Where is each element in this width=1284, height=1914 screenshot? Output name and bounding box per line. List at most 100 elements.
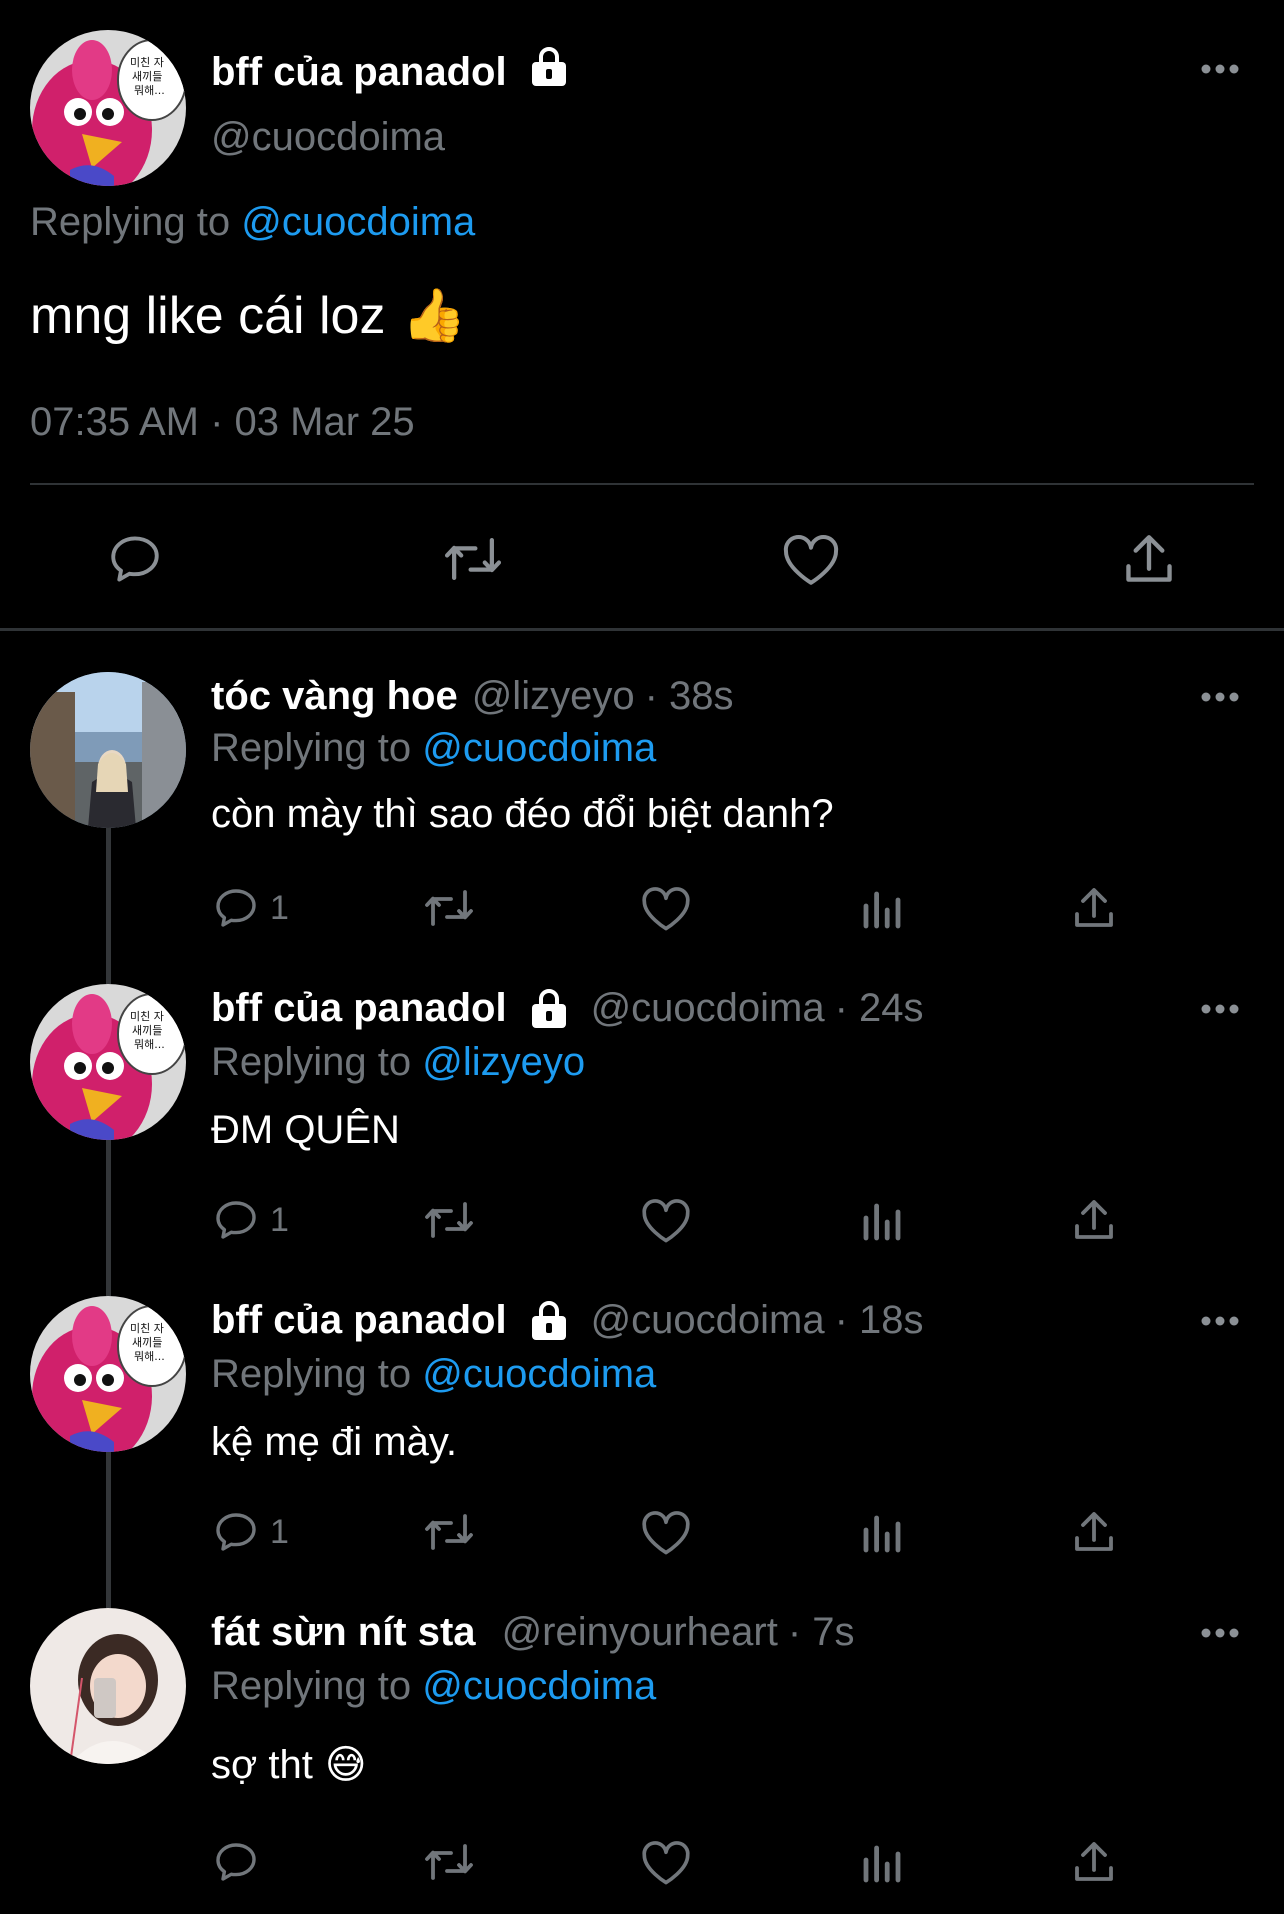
reply-text-content: ĐM QUÊN: [211, 1108, 400, 1152]
share-icon[interactable]: [1070, 1834, 1118, 1890]
replying-to-prefix: Replying to: [211, 1040, 412, 1084]
display-name[interactable]: fát sừn nít sta: [211, 1610, 476, 1655]
avatar[interactable]: [30, 1608, 186, 1764]
user-handle[interactable]: @cuocdoima: [591, 986, 825, 1031]
replying-to-handle[interactable]: @cuocdoima: [422, 1664, 656, 1708]
reply-actions: 1: [0, 880, 1284, 936]
reply-time: · 24s: [834, 986, 924, 1030]
replying-to-prefix: Replying to: [211, 1664, 412, 1708]
bird-avatar-image: 미친 자 새끼들 뭐해...: [30, 1296, 186, 1452]
share-icon[interactable]: [1114, 524, 1184, 594]
reply-text-content: còn mày thì sao đéo đổi biệt danh?: [211, 792, 834, 836]
views-icon[interactable]: [858, 1504, 906, 1560]
reply-text-content: kệ mẹ đi mày.: [211, 1420, 457, 1464]
reply-time: · 18s: [834, 1298, 924, 1342]
avatar[interactable]: 미친 자 새끼들 뭐해...: [30, 984, 186, 1140]
avatar[interactable]: 미친 자 새끼들 뭐해...: [30, 1296, 186, 1452]
reply-count: 1: [270, 1512, 289, 1551]
svg-text:새끼들: 새끼들: [132, 1024, 162, 1037]
replying-to: Replying to @lizyeyo: [211, 1040, 585, 1085]
share-icon[interactable]: [1070, 880, 1118, 936]
tweet-actions: [0, 524, 1284, 594]
like-icon[interactable]: [640, 880, 692, 936]
reply-actions: 1: [0, 1504, 1284, 1560]
display-name[interactable]: tóc vàng hoe: [211, 674, 458, 719]
display-name[interactable]: bff của panadol: [211, 986, 507, 1031]
replying-to-handle[interactable]: @lizyeyo: [422, 1040, 585, 1084]
reply-text: ĐM QUÊN: [211, 1108, 400, 1153]
svg-text:뭐해...: 뭐해...: [134, 1037, 165, 1051]
selfie-photo-avatar-image: [30, 1608, 186, 1764]
retweet-icon[interactable]: [420, 1834, 478, 1890]
bird-avatar-image: 미친 자 새끼들 뭐해...: [30, 30, 186, 186]
share-icon[interactable]: [1070, 1192, 1118, 1248]
street-photo-avatar-image: [30, 672, 186, 828]
replying-to: Replying to @cuocdoima: [211, 726, 656, 771]
reply-actions: [0, 1834, 1284, 1890]
more-options-icon[interactable]: [1200, 690, 1240, 708]
reply-text: sợ tht 😅: [211, 1742, 367, 1788]
avatar[interactable]: [30, 672, 186, 828]
retweet-icon[interactable]: [420, 880, 478, 936]
tweet-text: mng like cái loz 👍: [30, 285, 466, 346]
reply-header: fát sừn nít sta @reinyourheart · 7s: [211, 1610, 855, 1655]
reply-text-content: sợ tht: [211, 1742, 313, 1787]
like-icon[interactable]: [640, 1834, 692, 1890]
tweet-timestamp: 07:35 AM · 03 Mar 25: [30, 400, 415, 444]
views-icon[interactable]: [858, 880, 906, 936]
reply-icon[interactable]: 1: [212, 1192, 289, 1248]
replying-to-handle[interactable]: @cuocdoima: [422, 726, 656, 770]
svg-text:미친 자: 미친 자: [130, 1010, 164, 1023]
like-icon[interactable]: [640, 1504, 692, 1560]
lock-icon: [529, 988, 569, 1030]
retweet-icon[interactable]: [438, 524, 508, 594]
reply-header: bff của panadol @cuocdoima · 18s: [211, 1298, 924, 1343]
user-handle[interactable]: @lizyeyo: [472, 674, 635, 719]
bird-avatar-image: 미친 자 새끼들 뭐해...: [30, 984, 186, 1140]
views-icon[interactable]: [858, 1834, 906, 1890]
more-options-icon[interactable]: [1200, 62, 1240, 80]
replying-to-prefix: Replying to: [30, 200, 231, 244]
lock-icon: [529, 46, 569, 98]
svg-text:새끼들: 새끼들: [132, 70, 162, 83]
reply-text: kệ mẹ đi mày.: [211, 1420, 457, 1465]
replying-to-handle[interactable]: @cuocdoima: [422, 1352, 656, 1396]
user-handle[interactable]: @cuocdoima: [211, 115, 445, 160]
display-name[interactable]: bff của panadol: [211, 1298, 507, 1343]
avatar[interactable]: 미친 자 새끼들 뭐해...: [30, 30, 186, 186]
reply-header: tóc vàng hoe @lizyeyo · 38s: [211, 674, 734, 719]
tweet-text-content: mng like cái loz: [30, 286, 386, 345]
replying-to-prefix: Replying to: [211, 726, 412, 770]
reply-actions: 1: [0, 1192, 1284, 1248]
replying-to: Replying to @cuocdoima: [211, 1352, 656, 1397]
reply-icon[interactable]: 1: [212, 880, 289, 936]
retweet-icon[interactable]: [420, 1504, 478, 1560]
views-icon[interactable]: [858, 1192, 906, 1248]
thumbs-up-emoji: 👍: [401, 287, 467, 345]
divider: [30, 483, 1254, 485]
display-name-text: bff của panadol: [211, 49, 507, 94]
more-options-icon[interactable]: [1200, 1314, 1240, 1332]
reply-time: · 38s: [644, 674, 734, 718]
user-handle[interactable]: @reinyourheart: [502, 1610, 778, 1655]
like-icon[interactable]: [640, 1192, 692, 1248]
replying-to-prefix: Replying to: [211, 1352, 412, 1396]
like-icon[interactable]: [776, 524, 846, 594]
lock-icon: [529, 1300, 569, 1342]
reply-icon[interactable]: [212, 1834, 270, 1890]
replying-to: Replying to @cuocdoima: [30, 200, 475, 245]
replying-to-handle[interactable]: @cuocdoima: [241, 200, 475, 244]
reply-text: còn mày thì sao đéo đổi biệt danh?: [211, 792, 834, 837]
more-options-icon[interactable]: [1200, 1002, 1240, 1020]
share-icon[interactable]: [1070, 1504, 1118, 1560]
retweet-icon[interactable]: [420, 1192, 478, 1248]
divider: [0, 628, 1284, 631]
svg-text:미친 자: 미친 자: [130, 1322, 164, 1335]
reply-icon[interactable]: 1: [212, 1504, 289, 1560]
sweat-smile-emoji: 😅: [324, 1743, 367, 1787]
more-options-icon[interactable]: [1200, 1626, 1240, 1644]
main-tweet: 미친 자 새끼들 뭐해... bff của panadol @cuocdoim…: [0, 0, 1284, 630]
reply-icon[interactable]: [100, 524, 170, 594]
user-handle[interactable]: @cuocdoima: [591, 1298, 825, 1343]
display-name[interactable]: bff của panadol: [211, 46, 569, 98]
